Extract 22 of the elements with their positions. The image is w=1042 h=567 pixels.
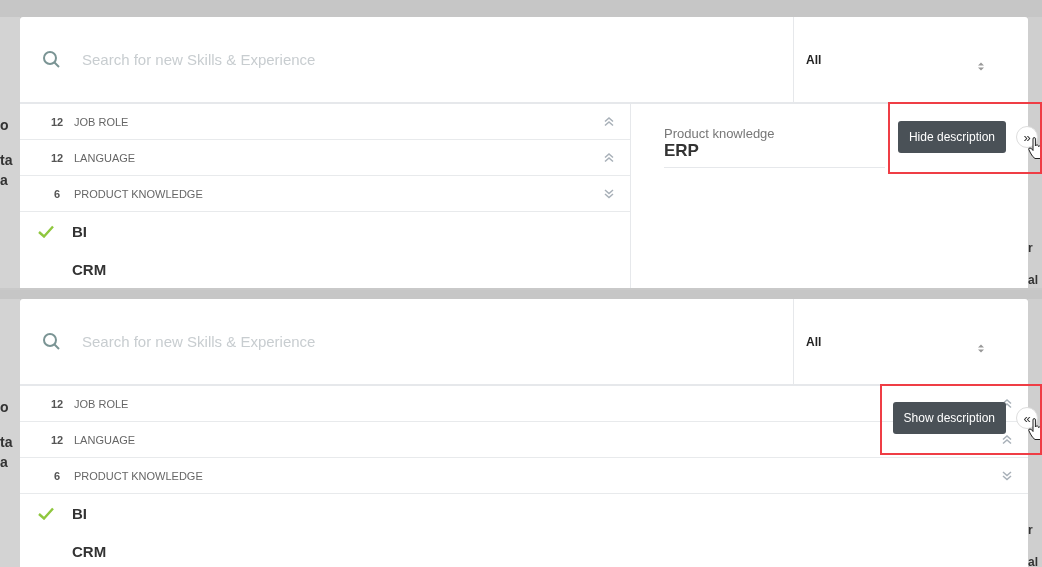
background-text: a [0, 172, 9, 188]
background-text: o [0, 117, 10, 133]
background-text: a [0, 454, 9, 470]
description-category: Product knowledge [664, 126, 776, 141]
background-text: ta [0, 434, 14, 450]
skill-item[interactable]: CRM [20, 532, 1028, 567]
skill-item[interactable]: CRM [20, 250, 630, 288]
category-row[interactable]: 12 JOB ROLE [20, 104, 630, 140]
background-text: al [1028, 555, 1039, 567]
category-row[interactable]: 6 PRODUCT KNOWLEDGE [20, 176, 630, 212]
background-text: r [1028, 241, 1034, 255]
skill-item[interactable]: BI [20, 494, 1028, 532]
background-text: ta [0, 152, 14, 168]
background-text: r [1028, 523, 1034, 537]
category-row[interactable]: 12 LANGUAGE [20, 140, 630, 176]
description-title: ERP [664, 141, 700, 161]
category-row[interactable]: 6 PRODUCT KNOWLEDGE [20, 458, 1028, 494]
skill-item[interactable]: BI [20, 212, 630, 250]
background-text: o [0, 399, 10, 415]
tooltip: Hide description [897, 121, 1006, 153]
background-text: al [1028, 273, 1039, 287]
tooltip: Show description [892, 402, 1006, 434]
